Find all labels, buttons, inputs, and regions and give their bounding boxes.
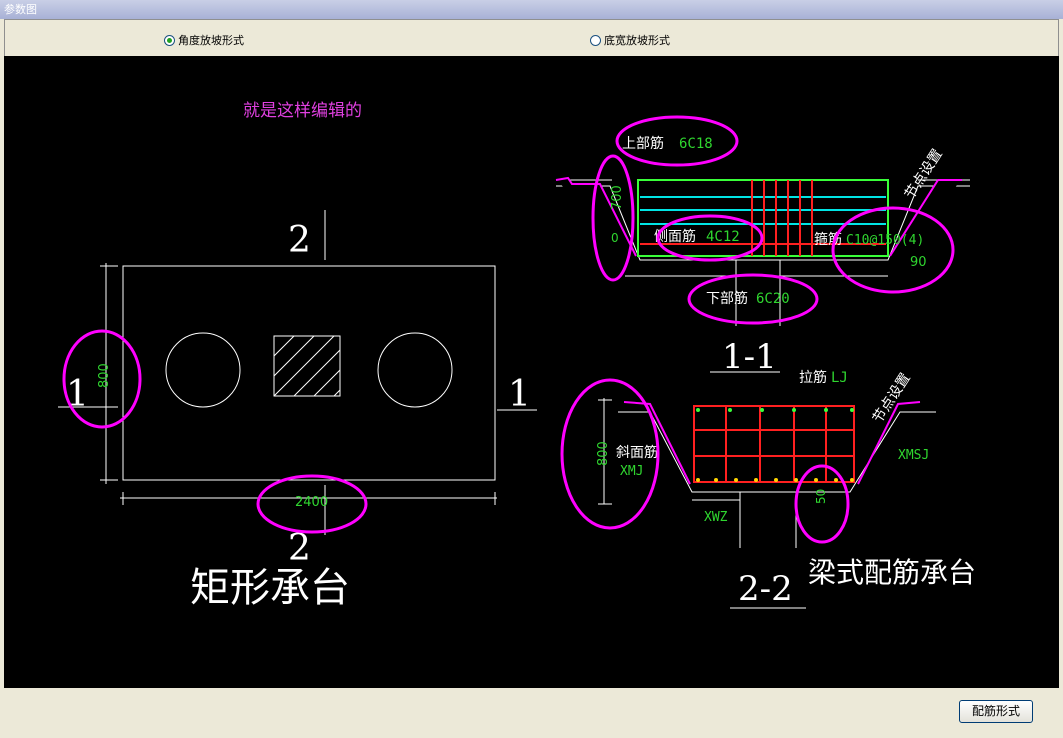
window-title: 参数图 — [0, 0, 1063, 19]
width-dim-2400: 2400 — [295, 495, 328, 510]
rect-cap-title: 矩形承台 — [190, 565, 350, 611]
cad-drawing: 就是这样编辑的 2 2 1 1 800 2400 矩形承台 上部筋 6C18 侧… — [58, 101, 976, 611]
edit-note: 就是这样编辑的 — [243, 101, 362, 121]
radio-width-slope-label: 底宽放坡形式 — [604, 34, 670, 47]
top-bar-label: 上部筋 — [622, 135, 664, 152]
tie-label: 拉筋 — [799, 369, 827, 386]
rebar-form-button[interactable]: 配筋形式 — [959, 700, 1033, 723]
beam-cap-title: 梁式配筋承台 — [808, 556, 976, 589]
dim-700: 700 — [610, 185, 625, 210]
bottom-bar — [0, 688, 1063, 738]
height-dim-800: 800 — [97, 363, 112, 388]
section-label-1-right: 1 — [508, 374, 531, 415]
xmsj-label: XMSJ — [898, 448, 929, 463]
section-label-1-left: 1 — [66, 374, 89, 415]
stirrup-value: C10@150(4) — [846, 233, 924, 248]
bottom-bar-value: 6C20 — [756, 291, 790, 307]
radio-angle-slope-label: 角度放坡形式 — [178, 34, 244, 47]
top-bar-value: 6C18 — [679, 136, 713, 152]
section-2-2-title: 2-2 — [738, 569, 793, 609]
angle-90: 90 — [910, 255, 927, 270]
section-1-1-title: 1-1 — [722, 337, 777, 377]
pile-circle-right — [377, 332, 453, 408]
cap-outline — [122, 265, 496, 481]
tie-value: LJ — [831, 370, 848, 386]
dim-800-2: 800 — [596, 441, 611, 466]
radio-angle-slope[interactable]: 角度放坡形式 — [164, 32, 244, 48]
slope-bar-value: XMJ — [620, 464, 643, 479]
dialog-window: 参数图 角度放坡形式 底宽放坡形式 就是这样编辑的 2 2 1 1 800 24… — [0, 0, 1063, 738]
side-bar-value: 4C12 — [706, 229, 740, 245]
pile-circle-left — [165, 332, 241, 408]
radio-unselected-icon — [590, 34, 601, 46]
section-label-2-top: 2 — [288, 220, 311, 261]
stirrups-2-2 — [693, 405, 855, 483]
radio-width-slope[interactable]: 底宽放坡形式 — [590, 32, 670, 48]
radio-selected-icon — [164, 34, 175, 46]
bottom-bar-label: 下部筋 — [706, 290, 748, 307]
xwz-label: XWZ — [704, 510, 728, 525]
option-bar — [4, 19, 1059, 56]
section-label-2-bottom: 2 — [288, 528, 311, 569]
slope-bar-label: 斜面筋 — [616, 444, 658, 461]
drawing-canvas: 就是这样编辑的 2 2 1 1 800 2400 矩形承台 上部筋 6C18 侧… — [4, 56, 1059, 688]
dim-0: 0 — [611, 231, 619, 245]
dim-50: 50 — [814, 489, 828, 504]
